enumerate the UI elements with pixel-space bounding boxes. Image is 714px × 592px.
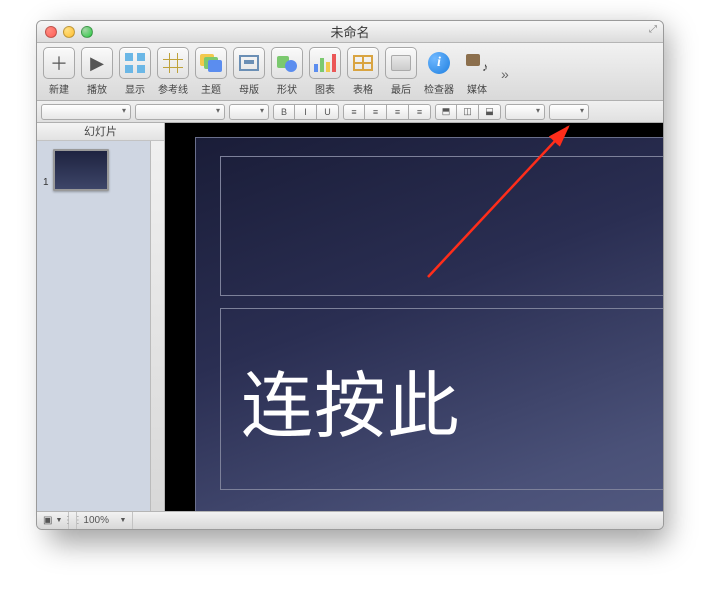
media-button[interactable]: 媒体 bbox=[461, 47, 493, 96]
valign-middle-button[interactable]: ◫ bbox=[457, 104, 479, 120]
toolbar-label: 新建 bbox=[49, 81, 69, 96]
toolbar-label: 最后 bbox=[391, 81, 411, 96]
sidebar-scrollbar[interactable] bbox=[150, 141, 164, 511]
app-window: 未命名 ⤢ ＋ 新建 ▶ 播放 显示 参考线 主题 母版 形状 bbox=[36, 20, 664, 530]
fullscreen-icon[interactable]: ⤢ bbox=[649, 24, 657, 35]
bold-button[interactable]: B bbox=[273, 104, 295, 120]
masters-button[interactable]: 母版 bbox=[233, 47, 265, 96]
guides-button[interactable]: 参考线 bbox=[157, 47, 189, 96]
slide-navigator: 幻灯片 1 bbox=[37, 123, 165, 511]
toolbar-label: 播放 bbox=[87, 81, 107, 96]
valign-bottom-button[interactable]: ⬓ bbox=[479, 104, 501, 120]
slide-canvas[interactable]: 连按此 连按 bbox=[165, 123, 663, 511]
zoom-dropdown[interactable]: 100% ▼ bbox=[77, 512, 133, 529]
last-icon bbox=[385, 47, 417, 79]
window-title: 未命名 bbox=[37, 22, 663, 41]
toolbar: ＋ 新建 ▶ 播放 显示 参考线 主题 母版 形状 图表 bbox=[37, 43, 663, 101]
slide-thumbnail[interactable] bbox=[53, 149, 109, 191]
guides-icon bbox=[157, 47, 189, 79]
presenter-icon: ▣ bbox=[43, 515, 52, 526]
toolbar-label: 显示 bbox=[125, 81, 145, 96]
slide-number: 1 bbox=[43, 149, 49, 188]
format-bar: B I U ≡ ≡ ≡ ≡ ⬒ ◫ ⬓ bbox=[37, 101, 663, 123]
splitter-handle[interactable]: ⋮⋮ bbox=[69, 512, 77, 529]
last-button[interactable]: 最后 bbox=[385, 47, 417, 96]
shapes-button[interactable]: 形状 bbox=[271, 47, 303, 96]
slide-list[interactable]: 1 bbox=[37, 141, 150, 511]
italic-button[interactable]: I bbox=[295, 104, 317, 120]
info-icon: i bbox=[423, 47, 455, 79]
toolbar-overflow-button[interactable]: » bbox=[499, 66, 509, 82]
list-dropdown[interactable] bbox=[549, 104, 589, 120]
view-grid-icon bbox=[119, 47, 151, 79]
themes-button[interactable]: 主题 bbox=[195, 47, 227, 96]
title-placeholder[interactable] bbox=[220, 156, 663, 296]
toolbar-label: 媒体 bbox=[467, 81, 487, 96]
slide[interactable]: 连按此 连按 bbox=[195, 137, 663, 511]
shapes-icon bbox=[271, 47, 303, 79]
font-dropdown[interactable] bbox=[135, 104, 225, 120]
table-icon bbox=[347, 47, 379, 79]
title-text: 连按此 bbox=[241, 347, 460, 452]
chevron-down-icon: ▼ bbox=[119, 517, 126, 524]
slide-thumbnail-row[interactable]: 1 bbox=[37, 141, 150, 199]
toolbar-label: 形状 bbox=[277, 81, 297, 96]
size-dropdown[interactable] bbox=[229, 104, 269, 120]
view-button[interactable]: 显示 bbox=[119, 47, 151, 96]
chart-icon bbox=[309, 47, 341, 79]
toolbar-label: 母版 bbox=[239, 81, 259, 96]
charts-button[interactable]: 图表 bbox=[309, 47, 341, 96]
zoom-icon[interactable] bbox=[81, 26, 93, 38]
minimize-icon[interactable] bbox=[63, 26, 75, 38]
plus-icon: ＋ bbox=[43, 47, 75, 79]
body-placeholder[interactable]: 连按此 bbox=[220, 308, 663, 490]
align-right-button[interactable]: ≡ bbox=[387, 104, 409, 120]
align-center-button[interactable]: ≡ bbox=[365, 104, 387, 120]
horizontal-scrollbar[interactable] bbox=[133, 512, 663, 529]
sidebar-header: 幻灯片 bbox=[37, 123, 164, 141]
zoom-value: 100% bbox=[83, 515, 109, 526]
media-icon bbox=[461, 47, 493, 79]
toolbar-label: 表格 bbox=[353, 81, 373, 96]
themes-icon bbox=[195, 47, 227, 79]
align-justify-button[interactable]: ≡ bbox=[409, 104, 431, 120]
play-button[interactable]: ▶ 播放 bbox=[81, 47, 113, 96]
chevron-down-icon: ▼ bbox=[55, 517, 62, 524]
underline-button[interactable]: U bbox=[317, 104, 339, 120]
spacing-dropdown[interactable] bbox=[505, 104, 545, 120]
style-dropdown[interactable] bbox=[41, 104, 131, 120]
inspector-button[interactable]: i 检查器 bbox=[423, 47, 455, 96]
close-icon[interactable] bbox=[45, 26, 57, 38]
toolbar-label: 检查器 bbox=[424, 81, 454, 96]
new-slide-button[interactable]: ＋ 新建 bbox=[43, 47, 75, 96]
titlebar[interactable]: 未命名 ⤢ bbox=[37, 21, 663, 43]
toolbar-label: 参考线 bbox=[158, 81, 188, 96]
status-bar: ▣▼ ⋮⋮ 100%▼ bbox=[37, 511, 663, 529]
align-left-button[interactable]: ≡ bbox=[343, 104, 365, 120]
play-icon: ▶ bbox=[81, 47, 113, 79]
toolbar-label: 图表 bbox=[315, 81, 335, 96]
tables-button[interactable]: 表格 bbox=[347, 47, 379, 96]
toolbar-label: 主题 bbox=[201, 81, 221, 96]
master-icon bbox=[233, 47, 265, 79]
valign-top-button[interactable]: ⬒ bbox=[435, 104, 457, 120]
